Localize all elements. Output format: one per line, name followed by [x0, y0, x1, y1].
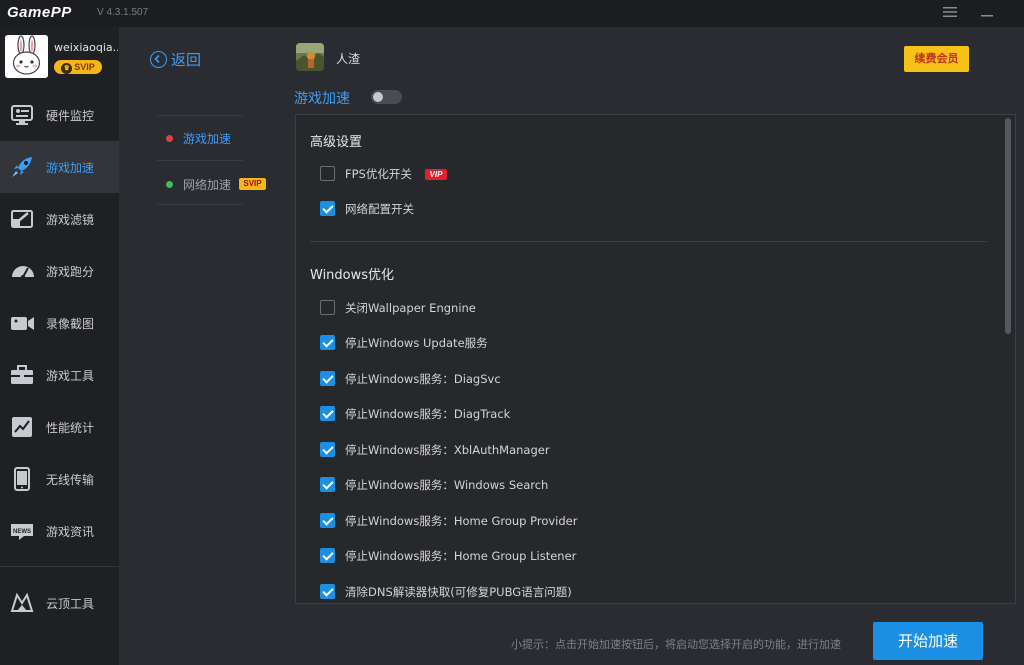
section-title-windows: Windows优化 — [310, 268, 395, 283]
sidebar-item-label: 录像截图 — [46, 317, 95, 331]
sidebar: weixiaoqia... ♛ SVIP 硬件监控 游戏加速 游戏滤镜 游戏跑分… — [0, 27, 119, 665]
username: weixiaoqia... — [54, 41, 118, 54]
subnav-divider — [157, 204, 243, 205]
start-accel-button[interactable]: 开始加速 — [873, 622, 983, 660]
subnav-label: 网络加速 — [183, 178, 232, 192]
hint-text: 小提示：点击开始加速按钮后，将启动您选择开启的功能，进行加速 — [511, 638, 841, 651]
gamepp-window: GamePP V 4.3.1.507 weixiaoqia... ♛ SVIP … — [0, 0, 1024, 665]
news-icon: NEWS — [10, 519, 36, 543]
status-dot — [166, 135, 173, 142]
checkbox[interactable] — [320, 477, 335, 492]
back-icon — [150, 51, 167, 68]
phone-icon — [10, 467, 36, 491]
sidebar-item-game-filter[interactable]: 游戏滤镜 — [0, 193, 119, 245]
cloud-tool-icon — [10, 591, 36, 615]
accel-section-title: 游戏加速 — [294, 91, 350, 107]
sidebar-item-game-accel[interactable]: 游戏加速 — [0, 141, 119, 193]
option-label: 停止Windows服务：Home Group Listener — [345, 549, 577, 563]
checkbox[interactable] — [320, 300, 335, 315]
svip-badge-label: SVIP — [74, 62, 95, 72]
checkbox[interactable] — [320, 406, 335, 421]
user-profile[interactable]: weixiaoqia... ♛ SVIP — [0, 27, 119, 89]
sidebar-item-label: 游戏加速 — [46, 161, 95, 175]
sidebar-item-news[interactable]: NEWS 游戏资讯 — [0, 505, 119, 557]
sidebar-item-label: 游戏滤镜 — [46, 213, 95, 227]
sidebar-item-perf-stats[interactable]: 性能统计 — [0, 401, 119, 453]
sidebar-item-recording[interactable]: 录像截图 — [0, 297, 119, 349]
checkbox[interactable] — [320, 584, 335, 599]
game-cover-image — [296, 43, 324, 71]
checkbox[interactable] — [320, 335, 335, 350]
sidebar-item-label: 性能统计 — [46, 421, 95, 435]
subnav-item-game-accel[interactable]: 游戏加速 — [155, 126, 275, 150]
checkbox[interactable] — [320, 371, 335, 386]
video-camera-icon — [10, 311, 36, 335]
svg-text:NEWS: NEWS — [13, 529, 31, 535]
svip-badge: ♛ SVIP — [54, 60, 102, 74]
option-label: 停止Windows服务：Home Group Provider — [345, 514, 578, 528]
sidebar-item-label: 游戏工具 — [46, 369, 95, 383]
sidebar-item-label: 硬件监控 — [46, 109, 95, 123]
panel-scrollbar[interactable] — [1005, 118, 1011, 334]
sidebar-item-label: 无线传输 — [46, 473, 95, 487]
title-bar[interactable]: GamePP V 4.3.1.507 — [0, 0, 1024, 27]
sidebar-item-label: 云顶工具 — [46, 597, 95, 611]
speedometer-icon — [10, 259, 36, 283]
checkbox[interactable] — [320, 166, 335, 181]
section-divider — [310, 241, 987, 242]
toggle-knob — [373, 92, 383, 102]
subnav-label: 游戏加速 — [183, 132, 232, 146]
filter-icon — [10, 207, 36, 231]
option-label: 停止Windows服务：XblAuthManager — [345, 443, 550, 457]
svip-tag: SVIP — [239, 178, 266, 190]
option-label: 停止Windows服务：DiagSvc — [345, 372, 501, 386]
back-label: 返回 — [171, 51, 202, 69]
section-title-advanced: 高级设置 — [310, 135, 363, 150]
option-label: 关闭Wallpaper Engnine — [345, 301, 476, 315]
chart-icon — [10, 415, 36, 439]
option-label: 停止Windows服务：Windows Search — [345, 478, 549, 492]
menu-icon[interactable] — [940, 3, 960, 23]
option-label: 清除DNS解读器快取(可修复PUBG语言问题) — [345, 585, 572, 599]
option-label: 停止Windows Update服务 — [345, 336, 488, 350]
minimize-icon[interactable] — [977, 3, 997, 23]
subnav-divider — [157, 160, 243, 161]
subnav-divider — [157, 115, 243, 116]
renew-membership-button[interactable]: 续费会员 — [904, 46, 969, 72]
option-label: 网络配置开关 — [345, 202, 414, 216]
checkbox[interactable] — [320, 201, 335, 216]
app-logo: GamePP — [7, 4, 72, 21]
status-dot — [166, 181, 173, 188]
sidebar-item-hardware-monitor[interactable]: 硬件监控 — [0, 89, 119, 141]
checkbox[interactable] — [320, 442, 335, 457]
crown-icon: ♛ — [61, 63, 73, 74]
app-version: V 4.3.1.507 — [97, 7, 149, 18]
sidebar-item-wireless[interactable]: 无线传输 — [0, 453, 119, 505]
rocket-icon — [10, 155, 36, 179]
accel-toggle[interactable] — [371, 90, 402, 104]
game-title: 人渣 — [336, 52, 361, 66]
checkbox[interactable] — [320, 513, 335, 528]
sidebar-item-game-tools[interactable]: 游戏工具 — [0, 349, 119, 401]
avatar[interactable] — [5, 35, 48, 78]
sidebar-divider — [0, 566, 119, 567]
settings-panel: 高级设置 FPS优化开关 VIP 网络配置开关 Windows优化 关闭Wall… — [295, 114, 1016, 604]
subnav-item-network-accel[interactable]: 网络加速 SVIP — [155, 172, 275, 196]
vip-tag: VIP — [425, 169, 447, 180]
hardware-monitor-icon — [10, 103, 36, 127]
sidebar-item-label: 游戏资讯 — [46, 525, 95, 539]
checkbox[interactable] — [320, 548, 335, 563]
sidebar-item-game-benchmark[interactable]: 游戏跑分 — [0, 245, 119, 297]
sidebar-item-label: 游戏跑分 — [46, 265, 95, 279]
option-label: 停止Windows服务：DiagTrack — [345, 407, 511, 421]
sidebar-item-cloud-tool[interactable]: 云顶工具 — [0, 577, 119, 629]
option-label: FPS优化开关 — [345, 167, 412, 181]
toolbox-icon — [10, 363, 36, 387]
